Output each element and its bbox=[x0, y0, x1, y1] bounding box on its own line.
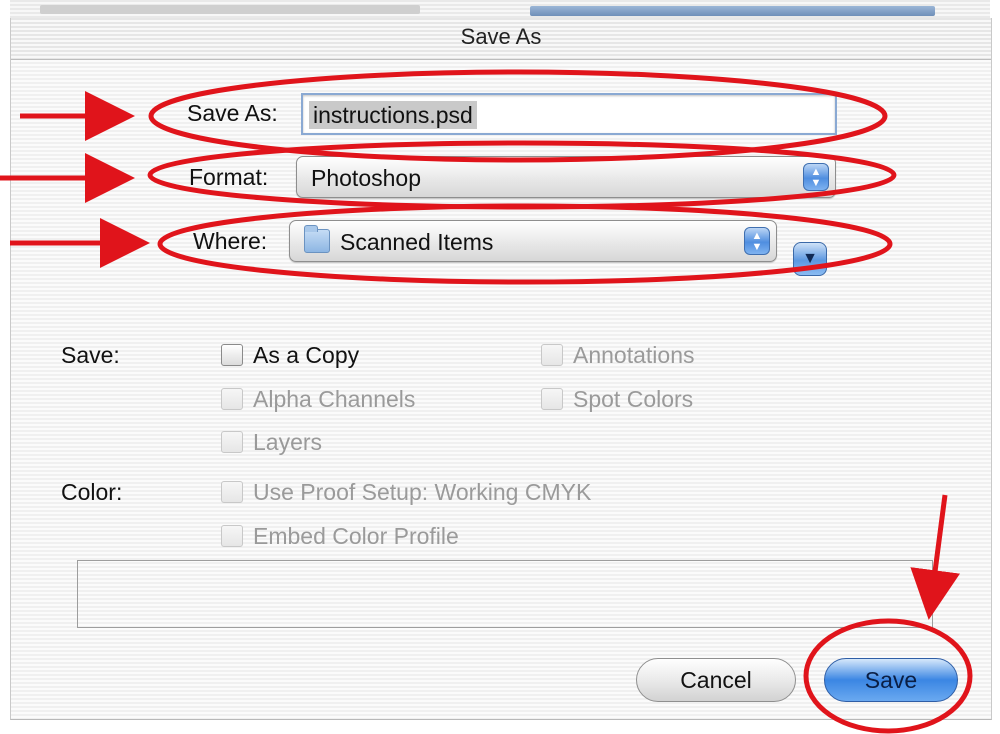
save-as-label: Save As: bbox=[187, 100, 278, 126]
filename-value: instructions.psd bbox=[309, 101, 477, 129]
use-proof-setup-label: Use Proof Setup: Working CMYK bbox=[253, 478, 592, 505]
use-proof-setup-option: Use Proof Setup: Working CMYK bbox=[221, 477, 591, 507]
use-proof-setup-checkbox bbox=[221, 481, 243, 503]
alpha-channels-label: Alpha Channels bbox=[253, 385, 416, 412]
format-value: Photoshop bbox=[311, 165, 421, 191]
embed-color-profile-checkbox bbox=[221, 525, 243, 547]
alpha-channels-option: Alpha Channels bbox=[221, 384, 415, 414]
as-a-copy-option[interactable]: As a Copy bbox=[221, 340, 359, 370]
embed-color-profile-label: Embed Color Profile bbox=[253, 522, 459, 549]
as-a-copy-label: As a Copy bbox=[253, 341, 360, 368]
embed-color-profile-option: Embed Color Profile bbox=[221, 521, 459, 551]
annotations-option: Annotations bbox=[541, 340, 694, 370]
cancel-button[interactable]: Cancel bbox=[636, 658, 796, 702]
background-window-strip bbox=[10, 0, 990, 18]
spot-colors-checkbox bbox=[541, 388, 563, 410]
as-a-copy-checkbox[interactable] bbox=[221, 344, 243, 366]
where-label: Where: bbox=[193, 228, 268, 254]
save-as-dialog: Save As Save As: instructions.psd Format… bbox=[10, 18, 992, 720]
where-popup[interactable]: Scanned Items ▲ ▼ bbox=[289, 220, 777, 262]
description-box bbox=[77, 560, 933, 628]
layers-checkbox bbox=[221, 431, 243, 453]
dialog-title: Save As bbox=[460, 24, 542, 49]
spot-colors-label: Spot Colors bbox=[573, 385, 694, 412]
layers-label: Layers bbox=[253, 428, 323, 455]
background-blue-bar bbox=[530, 6, 935, 16]
filename-input[interactable]: instructions.psd bbox=[301, 93, 837, 135]
up-down-stepper-icon: ▲ ▼ bbox=[803, 163, 829, 191]
annotations-checkbox bbox=[541, 344, 563, 366]
annotations-label: Annotations bbox=[573, 341, 695, 368]
layers-option: Layers bbox=[221, 427, 322, 457]
folder-icon bbox=[304, 225, 330, 253]
color-options-label: Color: bbox=[61, 479, 123, 505]
format-label: Format: bbox=[189, 164, 269, 190]
save-options-label: Save: bbox=[61, 342, 120, 368]
alpha-channels-checkbox bbox=[221, 388, 243, 410]
up-down-stepper-icon: ▲ ▼ bbox=[744, 227, 770, 255]
expand-browser-button[interactable]: ▼ bbox=[793, 242, 827, 276]
save-button[interactable]: Save bbox=[824, 658, 958, 702]
format-popup[interactable]: Photoshop ▲ ▼ bbox=[296, 156, 836, 198]
where-value: Scanned Items bbox=[340, 229, 494, 255]
chevron-down-icon: ▼ bbox=[802, 250, 818, 267]
title-bar: Save As bbox=[11, 18, 991, 60]
spot-colors-option: Spot Colors bbox=[541, 384, 693, 414]
background-toolbar bbox=[40, 5, 420, 14]
